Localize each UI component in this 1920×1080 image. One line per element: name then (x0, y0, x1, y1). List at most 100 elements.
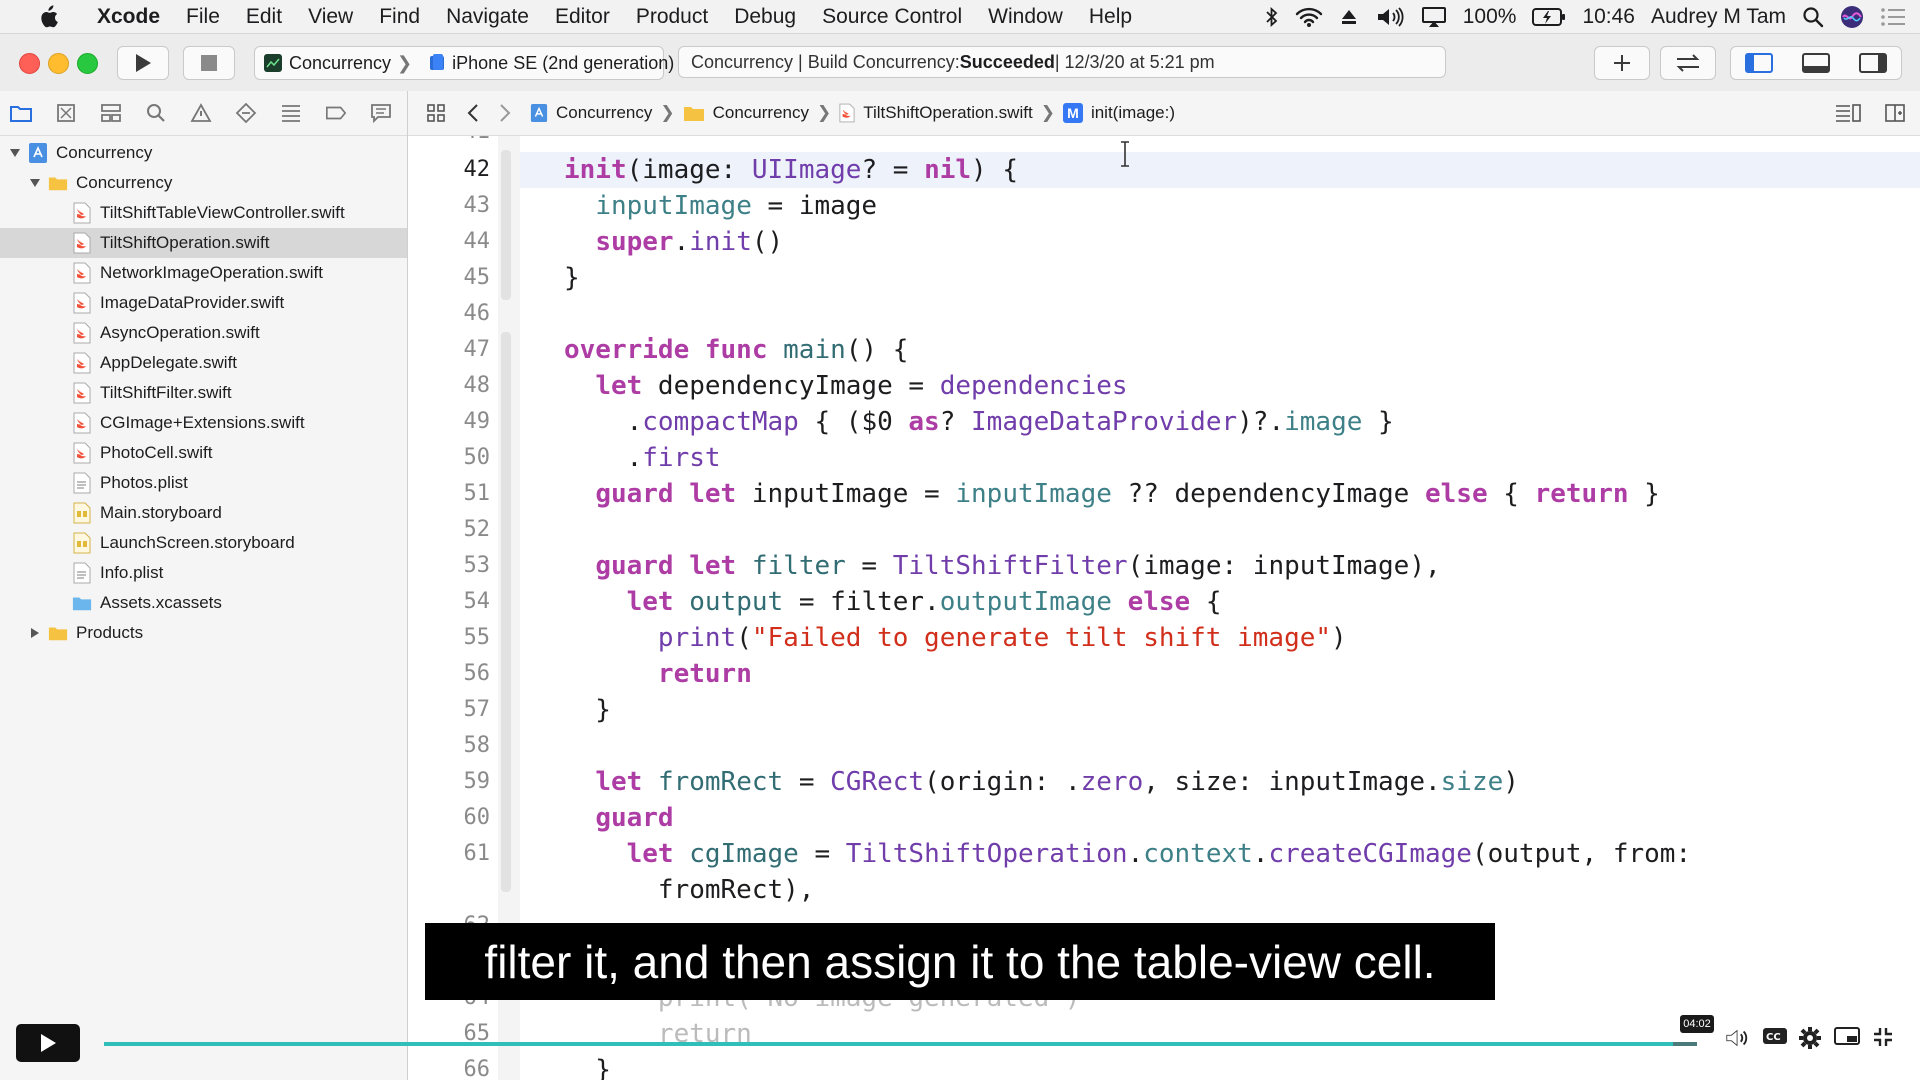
volume-icon[interactable] (1375, 6, 1405, 28)
menu-edit[interactable]: Edit (233, 5, 295, 29)
zoom-window-button[interactable] (77, 53, 98, 74)
file-name: NetworkImageOperation.swift (100, 263, 323, 282)
settings-button[interactable] (1798, 1026, 1822, 1050)
wifi-icon[interactable] (1295, 6, 1323, 28)
notification-center-icon[interactable] (1880, 7, 1906, 27)
disclosure-open-icon[interactable] (28, 177, 42, 189)
scheme-selector[interactable]: Concurrency ❯ iPhone SE (2nd generation) (254, 46, 674, 80)
file-name: LaunchScreen.storyboard (100, 533, 295, 552)
back-arrow-icon[interactable] (466, 103, 480, 123)
debug-navigator-icon[interactable] (280, 102, 302, 124)
code-line: let output = filter.outputImage else { (626, 587, 1222, 617)
file-row[interactable]: TiltShiftTableViewController.swift (0, 198, 407, 228)
file-row[interactable]: Info.plist (0, 558, 407, 588)
issue-navigator-icon[interactable] (190, 102, 212, 124)
fullscreen-exit-button[interactable] (1872, 1026, 1894, 1048)
breadcrumb-group[interactable]: Concurrency (713, 103, 809, 123)
breadcrumb-file[interactable]: TiltShiftOperation.swift (863, 103, 1032, 123)
breadcrumb-project[interactable]: Concurrency (556, 103, 652, 123)
related-items-icon[interactable] (426, 103, 446, 123)
disclosure-closed-icon[interactable] (28, 627, 42, 639)
file-row[interactable]: CGImage+Extensions.swift (0, 408, 407, 438)
breadcrumb-symbol[interactable]: init(image:) (1091, 103, 1175, 123)
file-row[interactable]: Main.storyboard (0, 498, 407, 528)
disclosure-open-icon[interactable] (8, 147, 22, 159)
breakpoint-navigator-icon[interactable] (325, 102, 347, 124)
toggle-debug-area-icon[interactable] (1801, 52, 1830, 74)
fold-segment[interactable] (501, 150, 511, 300)
test-navigator-icon[interactable] (235, 102, 257, 124)
file-row[interactable]: AsyncOperation.swift (0, 318, 407, 348)
menu-source-control[interactable]: Source Control (809, 5, 975, 29)
menu-app-xcode[interactable]: Xcode (84, 5, 173, 29)
close-window-button[interactable] (19, 53, 40, 74)
airplay-icon[interactable] (1421, 6, 1447, 28)
battery-icon[interactable] (1532, 7, 1566, 27)
split-editor-icon[interactable] (1884, 103, 1906, 123)
siri-icon[interactable] (1840, 5, 1864, 29)
volume-button[interactable] (1724, 1026, 1752, 1050)
stop-button[interactable] (183, 46, 235, 80)
file-row[interactable]: Photos.plist (0, 468, 407, 498)
video-progress-bar[interactable] (104, 1042, 1697, 1046)
run-button[interactable] (117, 46, 169, 80)
xcode-project-icon (28, 142, 48, 164)
file-row[interactable]: AppDelegate.swift (0, 348, 407, 378)
menu-file[interactable]: File (173, 5, 233, 29)
file-row[interactable]: Assets.xcassets (0, 588, 407, 618)
file-row[interactable]: NetworkImageOperation.swift (0, 258, 407, 288)
toggle-navigator-icon[interactable] (1745, 52, 1774, 74)
swift-file-icon (839, 103, 855, 123)
scheme-device[interactable]: iPhone SE (2nd generation) (420, 53, 682, 74)
menu-view[interactable]: View (295, 5, 366, 29)
spotlight-search-icon[interactable] (1802, 6, 1824, 28)
menu-help[interactable]: Help (1076, 5, 1145, 29)
code-line: return (657, 659, 752, 689)
find-navigator-icon[interactable] (145, 102, 167, 124)
menu-debug[interactable]: Debug (721, 5, 809, 29)
play-pause-button[interactable] (16, 1024, 80, 1062)
toggle-inspector-icon[interactable] (1858, 52, 1887, 74)
report-navigator-icon[interactable] (370, 102, 392, 124)
closed-captions-button[interactable]: CC (1762, 1026, 1788, 1046)
group-row[interactable]: Concurrency (0, 168, 407, 198)
menu-editor[interactable]: Editor (542, 5, 623, 29)
svg-text:CC: CC (1766, 1032, 1781, 1043)
line-number: 51 (463, 481, 491, 506)
source-control-navigator-icon[interactable] (55, 102, 77, 124)
bluetooth-icon[interactable] (1265, 6, 1279, 28)
file-row-selected[interactable]: TiltShiftOperation.swift (0, 228, 407, 258)
library-button[interactable] (1594, 46, 1650, 80)
folder-navigator-icon[interactable] (10, 102, 32, 124)
menu-find[interactable]: Find (366, 5, 433, 29)
symbol-navigator-icon[interactable] (100, 102, 122, 124)
menu-window[interactable]: Window (975, 5, 1076, 29)
chevron-right-icon: ❯ (660, 103, 675, 122)
code-line: } (564, 695, 611, 725)
user-name[interactable]: Audrey M Tam (1651, 5, 1786, 29)
forward-arrow-icon[interactable] (498, 103, 512, 123)
editor-options-icon[interactable] (1834, 103, 1862, 123)
eject-icon[interactable] (1339, 7, 1359, 27)
apple-icon[interactable] (30, 4, 66, 29)
file-row[interactable]: LaunchScreen.storyboard (0, 528, 407, 558)
code-line: override func main() { (564, 335, 909, 365)
menu-product[interactable]: Product (623, 5, 721, 29)
project-row[interactable]: Concurrency (0, 138, 407, 168)
code-line: fromRect), (564, 875, 815, 905)
line-number: 43 (463, 193, 491, 218)
file-row[interactable]: PhotoCell.swift (0, 438, 407, 468)
menu-navigate[interactable]: Navigate (433, 5, 542, 29)
code-line: guard let inputImage = inputImage ?? dep… (595, 479, 1660, 509)
products-row[interactable]: Products (0, 618, 407, 648)
clock[interactable]: 10:46 (1582, 5, 1635, 29)
file-row[interactable]: TiltShiftFilter.swift (0, 378, 407, 408)
code-review-button[interactable] (1660, 46, 1716, 80)
code-line: let dependencyImage = dependencies (595, 371, 1128, 401)
file-row[interactable]: ImageDataProvider.swift (0, 288, 407, 318)
minimize-window-button[interactable] (48, 53, 69, 74)
scheme-target[interactable]: Concurrency ❯ (255, 53, 420, 74)
fold-segment[interactable] (501, 332, 511, 892)
picture-in-picture-button[interactable] (1834, 1026, 1860, 1046)
code-line: let fromRect = CGRect(origin: .zero, siz… (595, 767, 1519, 797)
